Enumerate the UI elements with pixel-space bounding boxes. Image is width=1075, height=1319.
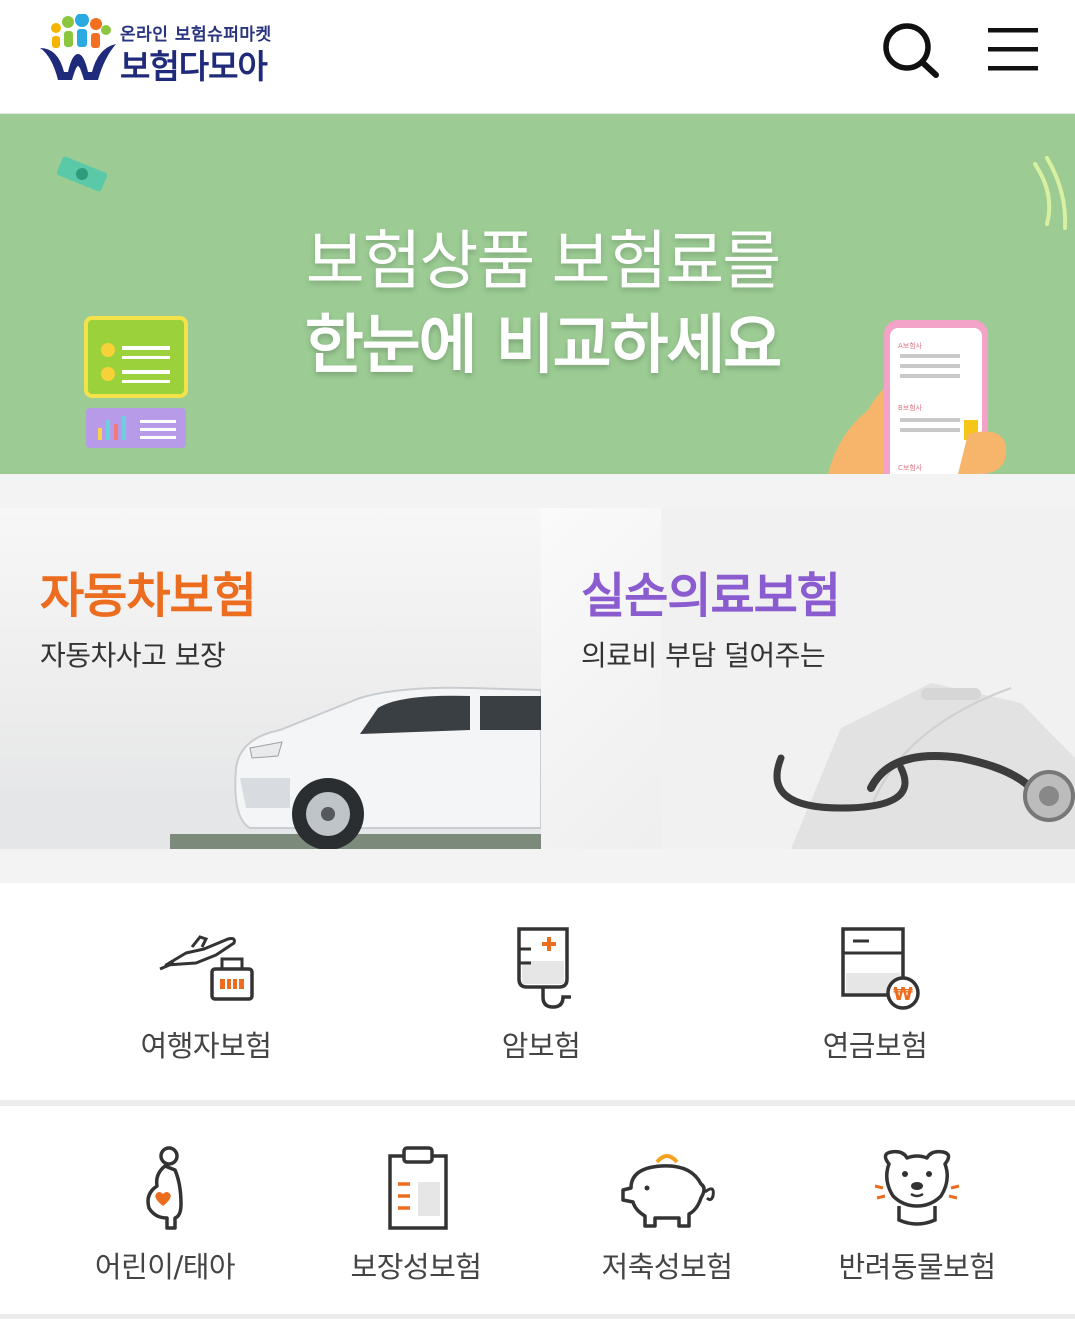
promo-banner[interactable]: 보험상품 보험료를 한눈에 비교하세요 A보험사 B보험사 C보험사: [0, 114, 1075, 474]
logo[interactable]: 온라인 보험슈퍼마켓 보험다모아: [38, 14, 298, 86]
card-medical-insurance[interactable]: 실손의료보험 의료비 부담 덜어주는: [541, 508, 1075, 849]
banner-headline-1: 보험상품 보험료를: [305, 225, 781, 299]
search-button[interactable]: [878, 20, 942, 80]
category-label: 저축성보험: [601, 1250, 733, 1284]
checklist-illustration-icon: [84, 316, 188, 448]
airplane-luggage-icon: [159, 935, 254, 1001]
phone-in-hand-icon: A보험사 B보험사 C보험사: [828, 320, 1007, 474]
iv-bag-icon: [517, 927, 571, 1009]
phone-label-b: B보험사: [898, 403, 923, 412]
category-cancer-insurance[interactable]: 암보험: [372, 883, 710, 1100]
card-car-subtitle: 자동차사고 보장: [40, 639, 226, 672]
card-car-title: 자동차보험: [40, 568, 257, 624]
category-pension-insurance[interactable]: ₩ 연금보험: [710, 883, 1040, 1100]
category-row-2: 어린이/태아 보장성보험 저축성보험 반려동물보험: [0, 1106, 1075, 1319]
category-label: 암보험: [501, 1029, 581, 1063]
category-protection-insurance[interactable]: 보장성보험: [290, 1106, 542, 1319]
app-header: 온라인 보험슈퍼마켓 보험다모아: [0, 0, 1075, 114]
money-bill-icon: [56, 156, 108, 192]
svg-text:₩: ₩: [893, 984, 913, 1005]
card-medical-title: 실손의료보험: [581, 568, 841, 624]
phone-label-c: C보험사: [898, 463, 923, 472]
category-label: 어린이/태아: [94, 1250, 236, 1284]
row-divider: [0, 1314, 1075, 1319]
category-pet-insurance[interactable]: 반려동물보험: [792, 1106, 1042, 1319]
hamburger-menu-icon: [988, 28, 1038, 71]
pension-won-icon: ₩: [841, 927, 920, 1010]
clipboard-icon: [388, 1146, 448, 1230]
search-icon: [883, 23, 939, 78]
phone-label-a: A보험사: [898, 341, 923, 350]
section-divider: [0, 849, 1075, 883]
category-label: 여행자보험: [140, 1029, 272, 1063]
menu-button[interactable]: [984, 24, 1042, 76]
piggy-bank-icon: [621, 1154, 715, 1228]
card-medical-subtitle: 의료비 부담 덜어주는: [581, 639, 826, 672]
card-car-insurance[interactable]: 자동차보험 자동차사고 보장: [0, 508, 541, 849]
pregnant-woman-icon: [146, 1146, 183, 1230]
dog-icon: [874, 1149, 960, 1226]
category-travel-insurance[interactable]: 여행자보험: [40, 883, 372, 1100]
category-child-insurance[interactable]: 어린이/태아: [40, 1106, 290, 1319]
category-label: 보장성보험: [350, 1250, 482, 1284]
category-savings-insurance[interactable]: 저축성보험: [542, 1106, 792, 1319]
category-label: 반려동물보험: [838, 1250, 996, 1284]
category-row-1: 여행자보험 암보험 ₩ 연금보험: [0, 883, 1075, 1100]
logo-name: 보험다모아: [120, 47, 268, 86]
logo-people-icon: [40, 14, 116, 80]
category-label: 연금보험: [822, 1029, 928, 1063]
section-divider: [0, 474, 1075, 508]
